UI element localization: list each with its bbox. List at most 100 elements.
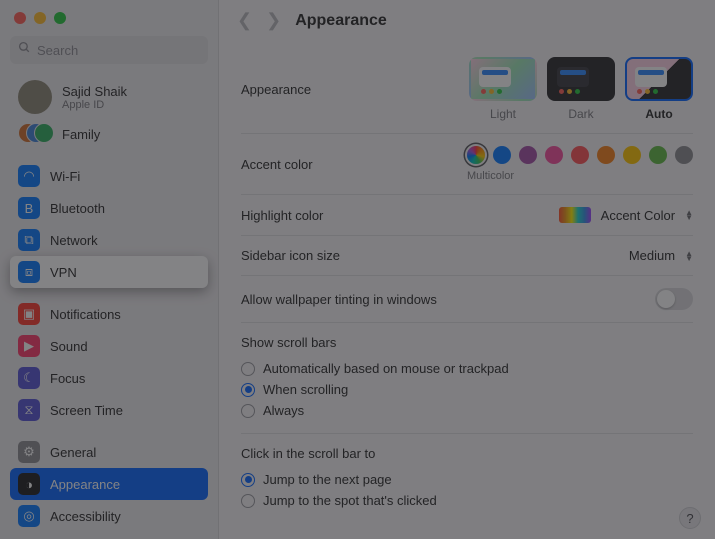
scrollbars-option-always[interactable]: Always — [241, 400, 693, 421]
search-field[interactable] — [10, 36, 208, 64]
account-subtitle: Apple ID — [62, 99, 127, 111]
help-button[interactable]: ? — [679, 507, 701, 529]
sidebar-icon-select[interactable]: Medium ▲▼ — [629, 248, 693, 263]
accent-yellow[interactable] — [623, 146, 641, 164]
sidebar-item-accessibility[interactable]: ◎Accessibility — [10, 500, 208, 532]
gradient-chip-icon — [559, 207, 591, 223]
zoom-icon[interactable] — [54, 12, 66, 24]
row-accent: Accent color Multicolor — [241, 134, 693, 195]
theme-thumb-icon — [625, 57, 693, 101]
sidebar-item-general[interactable]: ⚙ General — [10, 436, 208, 468]
sidebar-item-focus[interactable]: ☾ Focus — [10, 362, 208, 394]
theme-label: Auto — [645, 107, 672, 121]
account-row[interactable]: Sajid Shaik Apple ID — [10, 74, 208, 118]
globe-icon: ⧉ — [18, 229, 40, 251]
minimize-icon[interactable] — [34, 12, 46, 24]
sidebar-item-label: Focus — [50, 371, 85, 386]
sidebar-item-network[interactable]: ⧉ Network — [10, 224, 208, 256]
radio-icon — [241, 362, 255, 376]
accent-red[interactable] — [571, 146, 589, 164]
label-tinting: Allow wallpaper tinting in windows — [241, 292, 655, 307]
toolbar: ❮ ❯ Appearance — [219, 0, 715, 39]
main-pane: ❮ ❯ Appearance Appearance LightDarkAuto … — [219, 0, 715, 539]
sidebar-item-label: Wi-Fi — [50, 169, 80, 184]
sidebar-item-label: VPN — [50, 265, 77, 280]
theme-dark[interactable]: Dark — [547, 57, 615, 121]
accent-graphite[interactable] — [675, 146, 693, 164]
vpn-icon: ⧈ — [18, 261, 40, 283]
radio-icon — [241, 494, 255, 508]
sidebar-item-bluetooth[interactable]: B Bluetooth — [10, 192, 208, 224]
radio-icon — [241, 473, 255, 487]
label-click-scroll: Click in the scroll bar to — [241, 446, 693, 461]
scrollbars-option-auto[interactable]: Automatically based on mouse or trackpad — [241, 358, 693, 379]
accent-multicolor[interactable] — [467, 146, 485, 164]
section-scrollbars: Show scroll bars Automatically based on … — [241, 323, 693, 434]
chevron-updown-icon: ▲▼ — [685, 251, 693, 261]
theme-auto[interactable]: Auto — [625, 57, 693, 121]
clickscroll-option-next[interactable]: Jump to the next page — [241, 469, 693, 490]
sidebar-item-notifications[interactable]: ▣ Notifications — [10, 298, 208, 330]
row-highlight: Highlight color Accent Color ▲▼ — [241, 195, 693, 236]
row-tinting: Allow wallpaper tinting in windows — [241, 276, 693, 323]
label-scrollbars: Show scroll bars — [241, 335, 693, 350]
accent-purple[interactable] — [519, 146, 537, 164]
row-sidebar-icon-size: Sidebar icon size Medium ▲▼ — [241, 236, 693, 276]
moon-icon: ☾ — [18, 367, 40, 389]
sidebar-item-label: Notifications — [50, 307, 121, 322]
sidebar-item-label: General — [50, 445, 96, 460]
theme-label: Light — [490, 107, 516, 121]
sidebar-item-label: Appearance — [50, 477, 120, 492]
sidebar-item-wifi[interactable]: ◠ Wi-Fi — [10, 160, 208, 192]
tinting-toggle[interactable] — [655, 288, 693, 310]
sidebar-item-label: Family — [62, 127, 100, 142]
hourglass-icon: ⧖ — [18, 399, 40, 421]
sidebar: Sajid Shaik Apple ID Family ◠ Wi-Fi B Bluet… — [0, 0, 219, 539]
accent-pink[interactable] — [545, 146, 563, 164]
clickscroll-option-spot[interactable]: Jump to the spot that's clicked — [241, 490, 693, 511]
page-title: Appearance — [295, 12, 387, 30]
family-avatars-icon — [18, 123, 52, 145]
theme-thumb-icon — [547, 57, 615, 101]
chevron-updown-icon: ▲▼ — [685, 210, 693, 220]
radio-label: When scrolling — [263, 382, 348, 397]
wifi-icon: ◠ — [18, 165, 40, 187]
back-button[interactable]: ❮ — [237, 10, 252, 31]
label-appearance: Appearance — [241, 82, 431, 97]
search-input[interactable] — [37, 43, 213, 58]
accent-green[interactable] — [649, 146, 667, 164]
highlight-value: Accent Color — [601, 208, 675, 223]
accent-blue[interactable] — [493, 146, 511, 164]
close-icon[interactable] — [14, 12, 26, 24]
label-sidebar-icon: Sidebar icon size — [241, 248, 431, 263]
highlight-select[interactable]: Accent Color ▲▼ — [559, 207, 693, 223]
sidebar-item-vpn[interactable]: ⧈ VPN — [10, 256, 208, 288]
theme-light[interactable]: Light — [469, 57, 537, 121]
sidebar-item-label: Sound — [50, 339, 88, 354]
radio-label: Always — [263, 403, 304, 418]
account-name: Sajid Shaik — [62, 84, 127, 99]
sidebar-item-screentime[interactable]: ⧖ Screen Time — [10, 394, 208, 426]
window-controls — [0, 0, 218, 32]
appearance-icon: ◑ — [18, 473, 40, 495]
radio-label: Jump to the next page — [263, 472, 392, 487]
section-click-scroll: Click in the scroll bar to Jump to the n… — [241, 434, 693, 523]
bell-icon: ▣ — [18, 303, 40, 325]
sidebar-item-label: Screen Time — [50, 403, 123, 418]
accent-hint: Multicolor — [467, 170, 514, 182]
accent-orange[interactable] — [597, 146, 615, 164]
accent-swatches — [467, 146, 693, 164]
sidebar-item-family[interactable]: Family — [10, 118, 208, 150]
theme-thumb-icon — [469, 57, 537, 101]
sidebar-item-label: Bluetooth — [50, 201, 105, 216]
row-appearance: Appearance Light Dark Auto — [241, 45, 693, 134]
sidebar-item-label: Network — [50, 233, 98, 248]
search-icon — [18, 41, 31, 59]
scrollbars-option-scrolling[interactable]: When scrolling — [241, 379, 693, 400]
gear-icon: ⚙ — [18, 441, 40, 463]
sidebar-item-sound[interactable]: ▶Sound — [10, 330, 208, 362]
sidebar-item-appearance[interactable]: ◑ Appearance — [10, 468, 208, 500]
bluetooth-icon: B — [18, 197, 40, 219]
sidebar-item-controlcenter[interactable]: ☰Control Center — [10, 532, 208, 535]
forward-button[interactable]: ❯ — [266, 10, 281, 31]
